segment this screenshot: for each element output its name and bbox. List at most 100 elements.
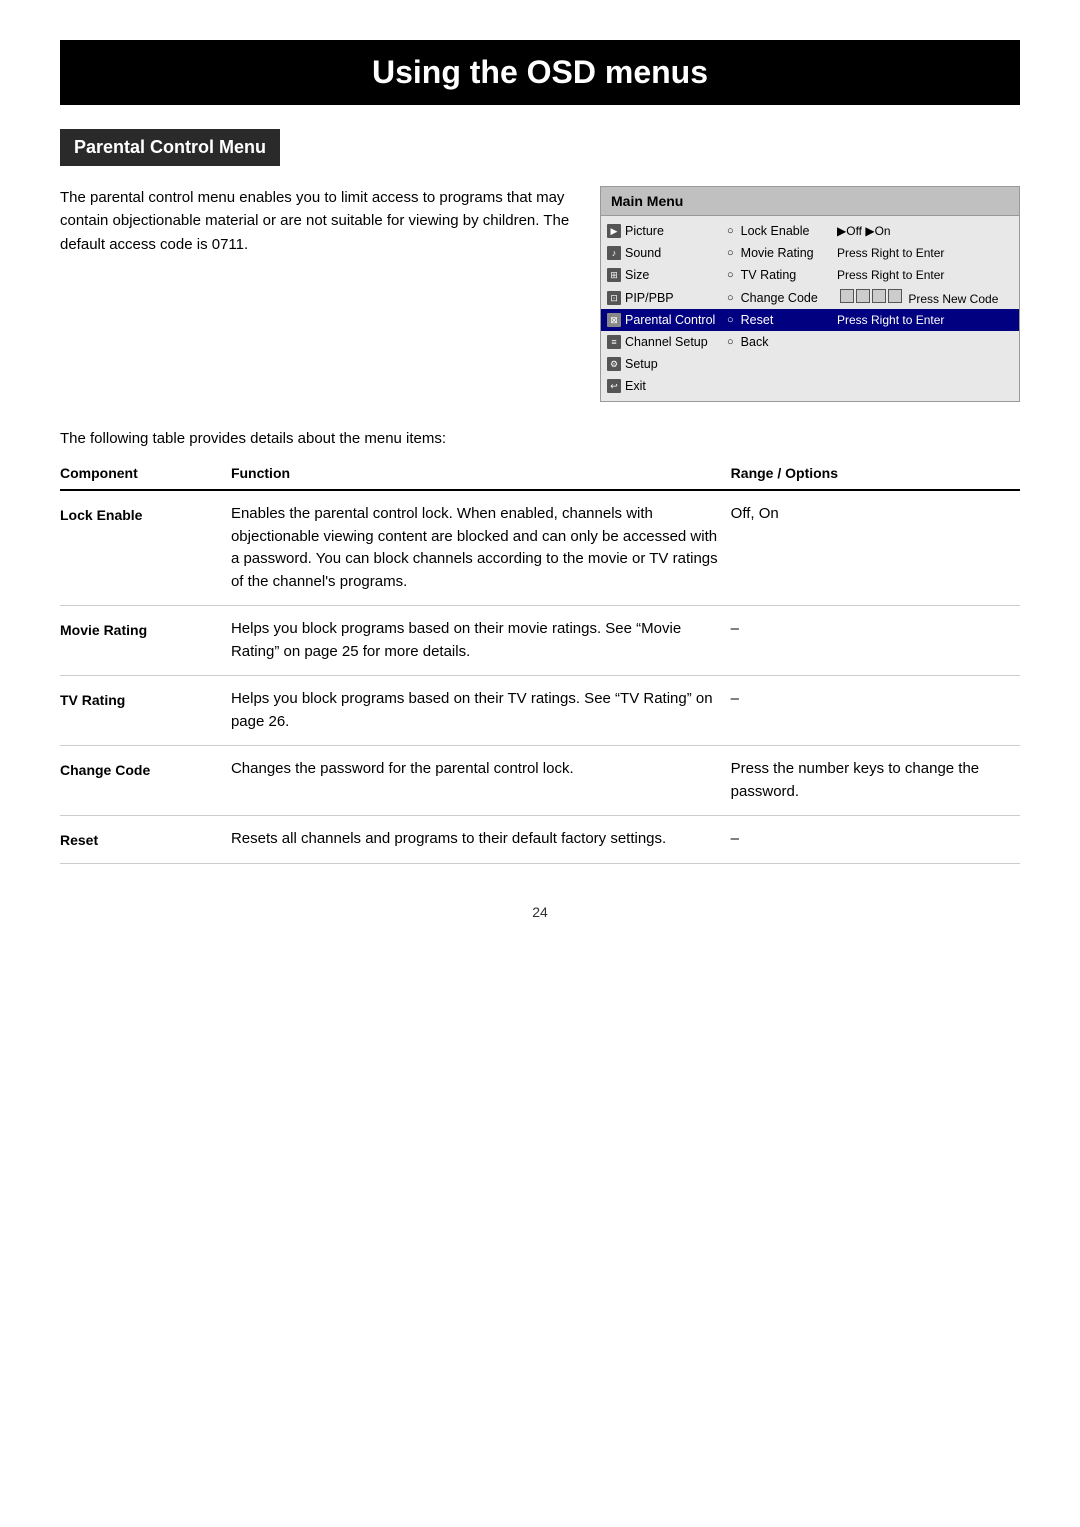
osd-menu-sound: ♪ Sound — [607, 246, 727, 260]
page-number-text: 24 — [532, 904, 548, 920]
col-header-component: Component — [60, 459, 231, 490]
page-title: Using the OSD menus — [60, 54, 1020, 91]
osd-option-label: Reset — [741, 313, 774, 327]
bullet-icon: ○ — [727, 292, 734, 304]
code-box-2 — [856, 289, 870, 303]
osd-row-pip: ⊡ PIP/PBP ○ Change Code — [601, 286, 1019, 309]
osd-header: Main Menu — [601, 187, 1019, 216]
pip-icon: ⊡ — [607, 291, 621, 305]
osd-value-tv-rating: Press Right to Enter — [837, 268, 1013, 282]
osd-body: ▶ Picture ○ Lock Enable ▶Off ▶On ♪ Sound — [601, 216, 1019, 401]
channel-icon: ≡ — [607, 335, 621, 349]
osd-menu-setup: ⚙ Setup — [607, 357, 727, 371]
top-section: The parental control menu enables you to… — [60, 186, 1020, 402]
code-box-4 — [888, 289, 902, 303]
table-row: Movie Rating Helps you block programs ba… — [60, 606, 1020, 676]
table-section: The following table provides details abo… — [60, 430, 1020, 864]
osd-label-parental: Parental Control — [625, 313, 715, 327]
col-header-range: Range / Options — [731, 459, 1020, 490]
osd-menu-pip: ⊡ PIP/PBP — [607, 291, 727, 305]
cell-range-change-code: Press the number keys to change the pass… — [731, 746, 1020, 816]
cell-function-tv-rating: Helps you block programs based on their … — [231, 676, 731, 746]
size-icon: ⊞ — [607, 268, 621, 282]
osd-menu-exit: ↩ Exit — [607, 379, 727, 393]
bullet-icon: ○ — [727, 314, 734, 326]
sound-icon: ♪ — [607, 246, 621, 260]
osd-option-label: Change Code — [741, 291, 818, 305]
code-input-boxes — [840, 289, 902, 303]
osd-value-lock-enable: ▶Off ▶On — [837, 224, 1013, 238]
page-title-bar: Using the OSD menus — [60, 40, 1020, 105]
cell-function-change-code: Changes the password for the parental co… — [231, 746, 731, 816]
menu-table: Component Function Range / Options Lock … — [60, 459, 1020, 864]
osd-option-label: Lock Enable — [741, 224, 810, 238]
osd-row-channel: ≡ Channel Setup ○ Back — [601, 331, 1019, 353]
cell-component-lock-enable: Lock Enable — [60, 490, 231, 606]
osd-row-setup: ⚙ Setup — [601, 353, 1019, 375]
osd-menu-channel: ≡ Channel Setup — [607, 335, 727, 349]
cell-component-reset: Reset — [60, 816, 231, 864]
table-row: Lock Enable Enables the parental control… — [60, 490, 1020, 606]
page-container: Using the OSD menus Parental Control Men… — [0, 0, 1080, 1527]
osd-menu-screenshot: Main Menu ▶ Picture ○ Lock Enable ▶Off ▶… — [600, 186, 1020, 402]
osd-value-change-code: Press New Code — [837, 289, 1013, 306]
osd-option-tv-rating: ○ TV Rating — [727, 268, 837, 282]
osd-row-sound: ♪ Sound ○ Movie Rating Press Right to En… — [601, 242, 1019, 264]
osd-option-movie-rating: ○ Movie Rating — [727, 246, 837, 260]
bullet-icon: ○ — [727, 269, 734, 281]
osd-label-pip: PIP/PBP — [625, 291, 674, 305]
setup-icon: ⚙ — [607, 357, 621, 371]
osd-label-size: Size — [625, 268, 649, 282]
osd-row-parental: ⊠ Parental Control ○ Reset Press Right t… — [601, 309, 1019, 331]
bullet-icon: ○ — [727, 247, 734, 259]
osd-option-change-code: ○ Change Code — [727, 291, 837, 305]
exit-icon: ↩ — [607, 379, 621, 393]
table-row: Change Code Changes the password for the… — [60, 746, 1020, 816]
table-row: Reset Resets all channels and programs t… — [60, 816, 1020, 864]
table-intro: The following table provides details abo… — [60, 430, 1020, 447]
osd-option-label: Back — [741, 335, 769, 349]
osd-label-exit: Exit — [625, 379, 646, 393]
code-box-3 — [872, 289, 886, 303]
osd-option-label: Movie Rating — [741, 246, 814, 260]
cell-function-reset: Resets all channels and programs to thei… — [231, 816, 731, 864]
picture-icon: ▶ — [607, 224, 621, 238]
cell-range-reset: – — [731, 816, 1020, 864]
cell-component-movie-rating: Movie Rating — [60, 606, 231, 676]
cell-range-tv-rating: – — [731, 676, 1020, 746]
cell-component-tv-rating: TV Rating — [60, 676, 231, 746]
osd-option-reset: ○ Reset — [727, 313, 837, 327]
table-body: Lock Enable Enables the parental control… — [60, 490, 1020, 864]
osd-label-picture: Picture — [625, 224, 664, 238]
col-header-function: Function — [231, 459, 731, 490]
table-header: Component Function Range / Options — [60, 459, 1020, 490]
osd-label-channel: Channel Setup — [625, 335, 708, 349]
osd-menu-parental: ⊠ Parental Control — [607, 313, 727, 327]
table-header-row: Component Function Range / Options — [60, 459, 1020, 490]
osd-label-setup: Setup — [625, 357, 658, 371]
osd-menu-size: ⊞ Size — [607, 268, 727, 282]
osd-option-back: ○ Back — [727, 335, 837, 349]
osd-menu-picture: ▶ Picture — [607, 224, 727, 238]
code-box-1 — [840, 289, 854, 303]
osd-option-label: TV Rating — [741, 268, 797, 282]
osd-value-movie-rating: Press Right to Enter — [837, 246, 1013, 260]
cell-range-lock-enable: Off, On — [731, 490, 1020, 606]
osd-row-exit: ↩ Exit — [601, 375, 1019, 397]
osd-option-lock-enable: ○ Lock Enable — [727, 224, 837, 238]
table-row: TV Rating Helps you block programs based… — [60, 676, 1020, 746]
page-number: 24 — [60, 904, 1020, 920]
section-heading: Parental Control Menu — [60, 129, 280, 166]
osd-row-size: ⊞ Size ○ TV Rating Press Right to Enter — [601, 264, 1019, 286]
bullet-icon: ○ — [727, 336, 734, 348]
cell-function-lock-enable: Enables the parental control lock. When … — [231, 490, 731, 606]
bullet-icon: ○ — [727, 225, 734, 237]
osd-row-picture: ▶ Picture ○ Lock Enable ▶Off ▶On — [601, 220, 1019, 242]
cell-component-change-code: Change Code — [60, 746, 231, 816]
intro-text: The parental control menu enables you to… — [60, 186, 570, 256]
parental-icon: ⊠ — [607, 313, 621, 327]
osd-value-reset: Press Right to Enter — [837, 313, 1013, 327]
osd-label-sound: Sound — [625, 246, 661, 260]
cell-range-movie-rating: – — [731, 606, 1020, 676]
cell-function-movie-rating: Helps you block programs based on their … — [231, 606, 731, 676]
